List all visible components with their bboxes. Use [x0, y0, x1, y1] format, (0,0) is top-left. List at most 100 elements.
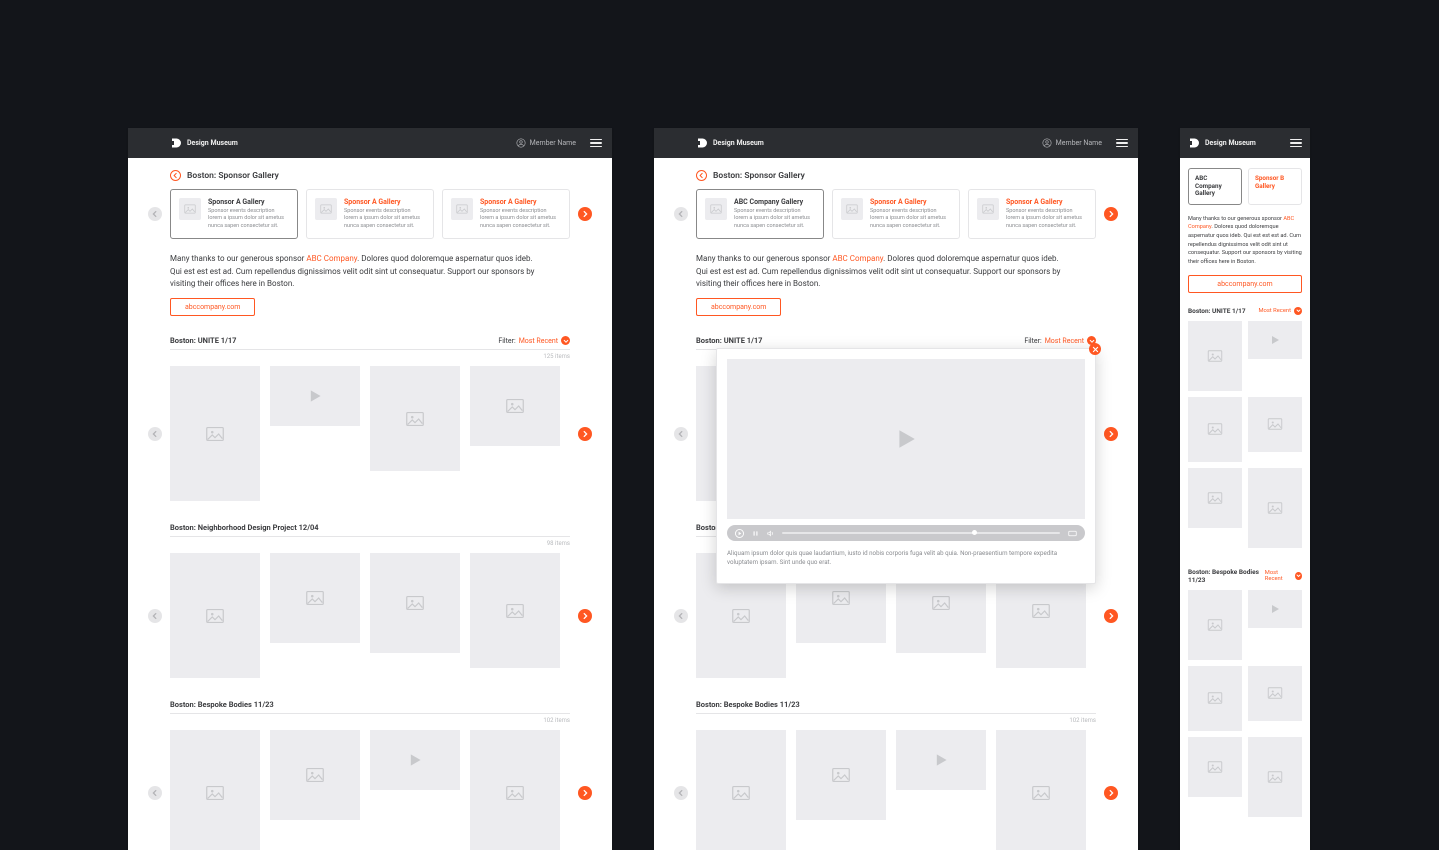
- sponsor-card[interactable]: ABC Company Gallery Sponsor events descr…: [696, 189, 824, 239]
- play-button-icon[interactable]: [735, 529, 744, 538]
- gallery-tile[interactable]: [370, 366, 460, 471]
- gallery-prev-button[interactable]: [674, 609, 688, 623]
- gallery-tile[interactable]: [470, 553, 560, 668]
- gallery-tile[interactable]: [470, 730, 560, 850]
- gallery-prev-button[interactable]: [148, 609, 162, 623]
- video-modal: Aliquam ipsum dolor quis quae laudantium…: [716, 348, 1096, 584]
- menu-button[interactable]: [590, 139, 602, 148]
- breadcrumb[interactable]: Boston: Sponsor Gallery: [170, 170, 570, 181]
- video-controls[interactable]: [727, 525, 1085, 541]
- gallery-tile[interactable]: [1248, 397, 1302, 452]
- sponsor-card[interactable]: Sponsor A Gallery Sponsor events descrip…: [832, 189, 960, 239]
- logo[interactable]: Design Museum: [170, 137, 238, 149]
- video-player[interactable]: [727, 359, 1085, 519]
- volume-icon[interactable]: [767, 530, 774, 537]
- image-icon: [830, 764, 852, 786]
- gallery-tile[interactable]: [170, 553, 260, 678]
- gallery-tile[interactable]: [1188, 666, 1242, 731]
- image-icon: [319, 202, 333, 216]
- gallery-tile[interactable]: [170, 730, 260, 850]
- section-header: Boston: Bespoke Bodies 11/23: [696, 700, 1096, 714]
- gallery-tile[interactable]: [1248, 666, 1302, 721]
- filter-control[interactable]: Most Recent: [1265, 570, 1302, 582]
- image-icon: [1030, 600, 1052, 622]
- sponsor-card[interactable]: ABC Company Gallery: [1188, 168, 1242, 205]
- carousel-prev-button[interactable]: [674, 207, 688, 221]
- modal-close-button[interactable]: [1089, 343, 1101, 355]
- carousel-prev-button[interactable]: [148, 207, 162, 221]
- logo[interactable]: Design Museum: [696, 137, 764, 149]
- logo-icon: [696, 137, 708, 149]
- gallery-tile[interactable]: [1188, 468, 1242, 528]
- gallery-tile[interactable]: [270, 553, 360, 643]
- gallery-tile-video[interactable]: [1248, 590, 1302, 628]
- gallery-tile-video[interactable]: [896, 730, 986, 790]
- gallery-prev-button[interactable]: [674, 786, 688, 800]
- sponsor-card[interactable]: Sponsor A Gallery Sponsor events descrip…: [442, 189, 570, 239]
- gallery-next-button[interactable]: [1104, 609, 1118, 623]
- image-icon: [1206, 347, 1224, 365]
- filter-control[interactable]: Most Recent: [1258, 307, 1302, 315]
- sponsor-cta-button[interactable]: abccompany.com: [1188, 275, 1302, 293]
- sponsor-card-row: Sponsor A Gallery Sponsor events descrip…: [170, 189, 570, 239]
- gallery-prev-button[interactable]: [148, 786, 162, 800]
- gallery-tile-video[interactable]: [270, 366, 360, 426]
- play-icon: [895, 428, 917, 450]
- sponsor-link[interactable]: ABC Company: [832, 254, 883, 263]
- image-icon: [845, 202, 859, 216]
- member-label: Member Name: [1056, 139, 1102, 147]
- gallery-next-button[interactable]: [578, 427, 592, 441]
- logo[interactable]: Design Museum: [1188, 137, 1256, 149]
- sponsor-card[interactable]: Sponsor A Gallery Sponsor events descrip…: [968, 189, 1096, 239]
- pause-icon[interactable]: [752, 530, 759, 537]
- gallery-next-button[interactable]: [578, 609, 592, 623]
- fullscreen-icon[interactable]: [1068, 530, 1077, 537]
- seek-bar[interactable]: [782, 532, 1060, 534]
- filter-value: Most Recent: [1045, 337, 1084, 345]
- filter-control[interactable]: Filter: Most Recent: [498, 336, 570, 345]
- gallery-tile-video[interactable]: [1248, 321, 1302, 359]
- gallery-tile[interactable]: [1188, 321, 1242, 391]
- section-title: Boston: Neighborhood Design Project 12/0…: [170, 523, 319, 532]
- sponsor-card-title: ABC Company Gallery: [734, 198, 815, 206]
- sponsor-card[interactable]: Sponsor B Gallery: [1248, 168, 1302, 205]
- gallery-tile[interactable]: [996, 730, 1086, 850]
- sponsor-cta-button[interactable]: abccompany.com: [696, 298, 781, 316]
- carousel-next-button[interactable]: [1104, 207, 1118, 221]
- image-icon: [404, 408, 426, 430]
- gallery-prev-button[interactable]: [674, 427, 688, 441]
- carousel-next-button[interactable]: [578, 207, 592, 221]
- filter-value: Most Recent: [1265, 570, 1292, 582]
- menu-button[interactable]: [1290, 139, 1302, 148]
- sponsor-card[interactable]: Sponsor A Gallery Sponsor events descrip…: [170, 189, 298, 239]
- sponsor-card[interactable]: Sponsor A Gallery Sponsor events descrip…: [306, 189, 434, 239]
- menu-button[interactable]: [1116, 139, 1128, 148]
- sponsor-cta-button[interactable]: abccompany.com: [170, 298, 255, 316]
- gallery-tile[interactable]: [1188, 737, 1242, 797]
- gallery-tile[interactable]: [170, 366, 260, 501]
- section-header: Boston: Neighborhood Design Project 12/0…: [170, 523, 570, 537]
- gallery-next-button[interactable]: [1104, 427, 1118, 441]
- gallery-tile-video[interactable]: [370, 730, 460, 790]
- back-icon[interactable]: [696, 170, 707, 181]
- gallery-tile[interactable]: [1188, 397, 1242, 462]
- back-icon[interactable]: [170, 170, 181, 181]
- frame-mobile: Design Museum ABC Company Gallery Sponso…: [1180, 128, 1310, 850]
- filter-control[interactable]: Filter: Most Recent: [1024, 336, 1096, 345]
- gallery-next-button[interactable]: [1104, 786, 1118, 800]
- image-icon: [204, 782, 226, 804]
- gallery-tile[interactable]: [1248, 737, 1302, 817]
- member-link[interactable]: Member Name: [1042, 138, 1102, 148]
- gallery-tile[interactable]: [696, 730, 786, 850]
- gallery-next-button[interactable]: [578, 786, 592, 800]
- sponsor-link[interactable]: ABC Company: [306, 254, 357, 263]
- gallery-tile[interactable]: [796, 730, 886, 820]
- member-link[interactable]: Member Name: [516, 138, 576, 148]
- gallery-tile[interactable]: [1248, 468, 1302, 548]
- gallery-tile[interactable]: [470, 366, 560, 446]
- gallery-tile[interactable]: [370, 553, 460, 653]
- breadcrumb[interactable]: Boston: Sponsor Gallery: [696, 170, 1096, 181]
- gallery-prev-button[interactable]: [148, 427, 162, 441]
- gallery-tile[interactable]: [1188, 590, 1242, 660]
- gallery-tile[interactable]: [270, 730, 360, 820]
